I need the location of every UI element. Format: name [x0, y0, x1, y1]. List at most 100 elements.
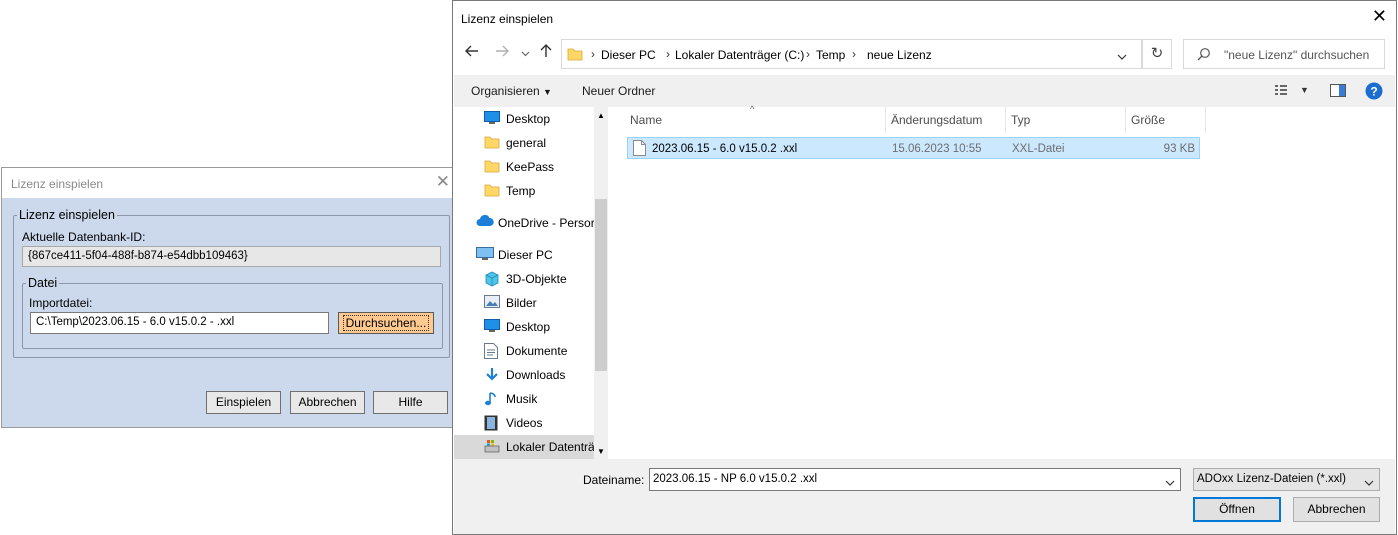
folder-icon	[484, 135, 500, 149]
address-bar[interactable]: › Dieser PC › Lokaler Datenträger (C:) ›…	[561, 39, 1142, 69]
nav-item[interactable]: Videos	[454, 411, 594, 435]
db-id-label: Aktuelle Datenbank-ID:	[22, 230, 146, 244]
documents-icon	[484, 343, 500, 359]
nav-item-label: Downloads	[506, 368, 566, 382]
refresh-icon[interactable]: ↻	[1142, 39, 1172, 69]
breadcrumb-item[interactable]: Temp	[816, 48, 845, 62]
nav-scrollbar[interactable]: ▲ ▼	[594, 107, 608, 459]
breadcrumb-item[interactable]: Dieser PC	[601, 48, 656, 62]
filetype-value: ADOxx Lizenz-Dateien (*.xxl)	[1197, 473, 1346, 485]
music-icon	[484, 391, 500, 406]
browse-button[interactable]: Durchsuchen...	[338, 312, 434, 334]
scrollbar-thumb[interactable]	[595, 199, 607, 371]
browse-button-label: Durchsuchen...	[342, 315, 430, 331]
close-icon[interactable]: ✕	[436, 173, 450, 190]
breadcrumb-item[interactable]: Lokaler Datenträger (C:)	[675, 48, 804, 62]
nav-item-label: Dokumente	[506, 344, 568, 358]
nav-item[interactable]: OneDrive - Persor	[454, 211, 594, 235]
nav-item[interactable]: Desktop	[454, 107, 594, 131]
file-name: 2023.06.15 - 6.0 v15.0.2 .xxl	[652, 143, 798, 155]
nav-item-label: 3D-Objekte	[506, 272, 567, 286]
file-date: 15.06.2023 10:55	[892, 143, 982, 155]
search-icon	[1197, 47, 1211, 64]
filename-input[interactable]: 2023.06.15 - NP 6.0 v15.0.2 .xxl	[649, 468, 1181, 491]
folder-icon	[484, 159, 500, 173]
dialog-footer: Dateiname: 2023.06.15 - NP 6.0 v15.0.2 .…	[454, 459, 1395, 534]
cloud-icon	[476, 214, 494, 229]
file-size: 93 KB	[1163, 143, 1195, 155]
search-input[interactable]: "neue Lizenz" durchsuchen	[1183, 39, 1385, 69]
sort-ascending-icon: ^	[750, 104, 755, 114]
open-button[interactable]: Öffnen	[1193, 497, 1281, 522]
chevron-down-icon[interactable]	[1165, 476, 1175, 490]
file-open-dialog: Lizenz einspielen ✕ › Dieser PC › Lokale…	[452, 0, 1397, 535]
filename-label: Dateiname:	[583, 473, 645, 487]
close-icon[interactable]: ✕	[1372, 6, 1387, 26]
breadcrumb-item[interactable]: neue Lizenz	[867, 48, 932, 62]
column-divider[interactable]	[1205, 107, 1206, 133]
nav-item-label: Bilder	[506, 296, 537, 310]
help-button[interactable]: Hilfe	[373, 391, 448, 414]
pictures-icon	[484, 295, 500, 309]
chevron-down-icon: ▼	[543, 87, 552, 97]
cancel-button[interactable]: Abbrechen	[290, 391, 365, 414]
import-file-input[interactable]: C:\Temp\2023.06.15 - 6.0 v15.0.2 - .xxl	[30, 312, 329, 334]
scroll-down-icon[interactable]: ▼	[597, 447, 605, 456]
chevron-down-icon	[1364, 476, 1374, 490]
command-bar: Organisieren ▼ Neuer Ordner ▼ ?	[454, 75, 1395, 107]
folder-icon	[484, 183, 500, 197]
column-header-name[interactable]: Name	[630, 113, 662, 139]
file-row[interactable]: 2023.06.15 - 6.0 v15.0.2 .xxl 15.06.2023…	[627, 137, 1200, 159]
column-header-type[interactable]: Typ	[1011, 113, 1030, 139]
dialog-title: Lizenz einspielen	[11, 177, 104, 191]
column-divider[interactable]	[885, 107, 886, 133]
cube-icon	[484, 271, 500, 287]
back-arrow-icon[interactable]	[465, 44, 479, 62]
file-group-title: Datei	[28, 276, 58, 290]
breadcrumb-separator: ›	[806, 47, 810, 61]
nav-item[interactable]: Temp	[454, 179, 594, 203]
nav-item[interactable]: Desktop	[454, 315, 594, 339]
view-options-icon[interactable]	[1275, 84, 1291, 100]
file-type: XXL-Datei	[1012, 143, 1065, 155]
organize-label: Organisieren	[471, 84, 540, 98]
nav-item-label: Musik	[506, 392, 538, 406]
filename-value: 2023.06.15 - NP 6.0 v15.0.2 .xxl	[653, 473, 818, 485]
nav-item[interactable]: 3D-Objekte	[454, 267, 594, 291]
nav-item[interactable]: Musik	[454, 387, 594, 411]
preview-pane-icon[interactable]	[1330, 84, 1346, 101]
column-header-date[interactable]: Änderungsdatum	[891, 113, 982, 139]
file-dialog-title: Lizenz einspielen	[461, 12, 554, 26]
pc-icon	[476, 247, 494, 261]
recent-chevron-icon[interactable]	[521, 45, 530, 62]
column-divider[interactable]	[1005, 107, 1006, 133]
nav-item-label: Lokaler Datenträ	[506, 440, 594, 454]
up-arrow-icon[interactable]	[539, 44, 553, 62]
scroll-up-icon[interactable]: ▲	[597, 111, 605, 120]
apply-button[interactable]: Einspielen	[206, 391, 281, 414]
svg-text:?: ?	[1370, 85, 1377, 99]
column-header-size[interactable]: Größe	[1131, 113, 1165, 139]
drive-icon	[484, 439, 500, 453]
view-chevron-icon[interactable]: ▼	[1300, 85, 1309, 95]
address-chevron-icon[interactable]	[1117, 50, 1127, 64]
organize-menu[interactable]: Organisieren ▼	[471, 84, 552, 98]
license-dialog: Lizenz einspielen ✕ Lizenz einspielen Ak…	[1, 167, 457, 428]
cancel-button[interactable]: Abbrechen	[1293, 497, 1380, 522]
new-folder-button[interactable]: Neuer Ordner	[582, 84, 655, 98]
breadcrumb-separator: ›	[666, 47, 670, 61]
nav-item[interactable]: Downloads	[454, 363, 594, 387]
help-icon[interactable]: ?	[1365, 82, 1383, 103]
nav-item[interactable]: KeePass	[454, 155, 594, 179]
search-placeholder: "neue Lizenz" durchsuchen	[1224, 48, 1370, 62]
nav-item[interactable]: Dieser PC	[454, 243, 594, 267]
nav-item[interactable]: general	[454, 131, 594, 155]
forward-arrow-icon[interactable]	[495, 44, 509, 62]
nav-item[interactable]: Bilder	[454, 291, 594, 315]
column-divider[interactable]	[1125, 107, 1126, 133]
navigation-pane: Desktop general KeePass Temp OneDrive - Pers…	[454, 107, 594, 459]
nav-item[interactable]: Dokumente	[454, 339, 594, 363]
filetype-select[interactable]: ADOxx Lizenz-Dateien (*.xxl)	[1193, 468, 1380, 491]
file-icon	[633, 140, 646, 159]
nav-item[interactable]: Lokaler Datenträ	[454, 435, 594, 459]
